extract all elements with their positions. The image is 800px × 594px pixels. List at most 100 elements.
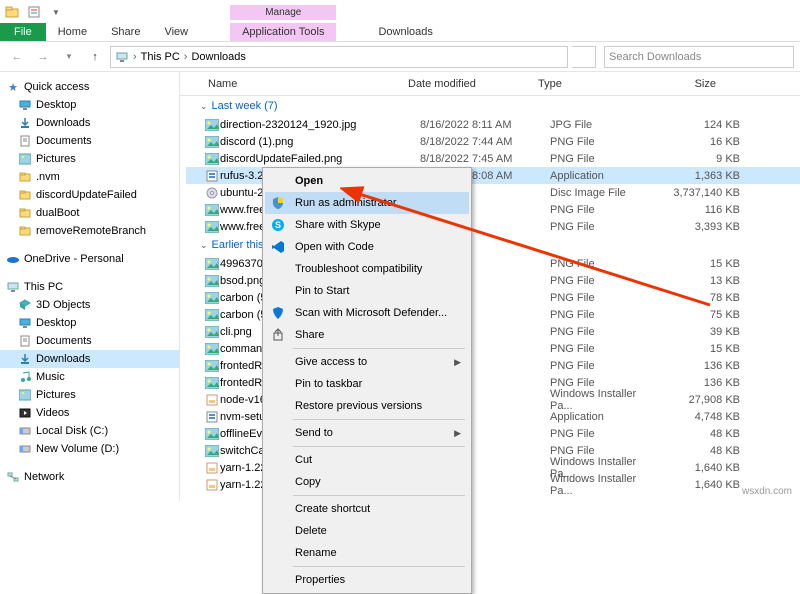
sidebar-item[interactable]: Downloads — [0, 114, 179, 132]
sidebar-item[interactable]: 3D Objects — [0, 296, 179, 314]
navigation-pane: ★ Quick access DesktopDownloadsDocuments… — [0, 72, 180, 501]
menu-item[interactable]: Give access to▶ — [265, 351, 469, 373]
tab-view[interactable]: View — [152, 23, 200, 41]
folder-icon — [18, 188, 32, 202]
separator — [293, 348, 465, 349]
sidebar-item[interactable]: Pictures — [0, 386, 179, 404]
file-icon — [204, 478, 220, 492]
menu-item[interactable]: Pin to taskbar — [265, 373, 469, 395]
sidebar-item[interactable]: removeRemoteBranch — [0, 222, 179, 240]
file-row[interactable]: discord (1).png8/18/2022 7:44 AMPNG File… — [186, 133, 800, 150]
folder-icon — [18, 170, 32, 184]
recent-dropdown[interactable]: ▼ — [58, 46, 80, 68]
sidebar-network[interactable]: Network — [0, 468, 179, 486]
search-input[interactable]: Search Downloads — [604, 46, 794, 68]
sidebar-quick-access[interactable]: ★ Quick access — [0, 78, 179, 96]
file-icon — [204, 444, 220, 458]
menu-item[interactable]: Cut — [265, 449, 469, 471]
forward-button[interactable]: → — [32, 46, 54, 68]
folder-icon — [18, 388, 32, 402]
sidebar-item[interactable]: discordUpdateFailed — [0, 186, 179, 204]
folder-icon — [18, 116, 32, 130]
folder-icon — [18, 152, 32, 166]
sidebar-item[interactable]: Downloads — [0, 350, 179, 368]
breadcrumb[interactable]: › This PC › Downloads — [110, 46, 568, 68]
refresh-button[interactable] — [572, 46, 596, 68]
breadcrumb-folder[interactable]: Downloads — [191, 51, 245, 63]
file-icon — [204, 342, 220, 356]
file-icon — [204, 203, 220, 217]
file-icon — [204, 186, 220, 200]
sidebar-item[interactable]: dualBoot — [0, 204, 179, 222]
file-icon — [204, 274, 220, 288]
col-date[interactable]: Date modified — [402, 78, 532, 90]
file-icon — [204, 152, 220, 166]
file-icon — [204, 376, 220, 390]
separator — [293, 566, 465, 567]
blank-icon — [269, 398, 287, 414]
window-title: Downloads — [366, 23, 444, 41]
menu-item[interactable]: Copy — [265, 471, 469, 493]
sidebar-item[interactable]: Documents — [0, 132, 179, 150]
col-type[interactable]: Type — [532, 78, 642, 90]
chevron-down-icon: ⌄ — [200, 240, 208, 251]
file-icon — [204, 169, 220, 183]
sidebar-item[interactable]: Documents — [0, 332, 179, 350]
sidebar-item[interactable]: New Volume (D:) — [0, 440, 179, 458]
sidebar-onedrive[interactable]: OneDrive - Personal — [0, 250, 179, 268]
menu-item[interactable]: Restore previous versions — [265, 395, 469, 417]
folder-icon — [18, 352, 32, 366]
sidebar-this-pc[interactable]: This PC — [0, 278, 179, 296]
file-row[interactable]: discordUpdateFailed.png8/18/2022 7:45 AM… — [186, 150, 800, 167]
file-icon — [204, 461, 220, 475]
tab-share[interactable]: Share — [99, 23, 152, 41]
sidebar-item[interactable]: Local Disk (C:) — [0, 422, 179, 440]
sidebar-item[interactable]: Videos — [0, 404, 179, 422]
menu-item[interactable]: Rename — [265, 542, 469, 564]
menu-item[interactable]: Open with Code — [265, 236, 469, 258]
tab-home[interactable]: Home — [46, 23, 99, 41]
menu-item[interactable]: Send to▶ — [265, 422, 469, 444]
menu-item[interactable]: Delete — [265, 520, 469, 542]
menu-item[interactable]: Open — [265, 170, 469, 192]
sidebar-item[interactable]: .nvm — [0, 168, 179, 186]
col-size[interactable]: Size — [642, 78, 722, 90]
group-header[interactable]: ⌄Last week (7) — [186, 96, 800, 116]
menu-item[interactable]: SShare with Skype — [265, 214, 469, 236]
context-menu: OpenRun as administratorSShare with Skyp… — [262, 167, 472, 594]
tab-app-tools[interactable]: Manage Application Tools — [230, 23, 336, 41]
blank-icon — [269, 474, 287, 490]
sidebar-item[interactable]: Music — [0, 368, 179, 386]
folder-icon — [18, 134, 32, 148]
menu-item[interactable]: Run as administrator — [265, 192, 469, 214]
folder-icon — [18, 98, 32, 112]
chevron-down-icon[interactable]: ▼ — [48, 4, 64, 20]
properties-icon[interactable] — [26, 4, 42, 20]
sidebar-item[interactable]: Pictures — [0, 150, 179, 168]
pc-icon — [6, 280, 20, 294]
separator — [293, 446, 465, 447]
col-name[interactable]: Name — [202, 78, 402, 90]
menu-item[interactable]: Properties — [265, 569, 469, 591]
blank-icon — [269, 545, 287, 561]
blank-icon — [269, 523, 287, 539]
menu-item[interactable]: Create shortcut — [265, 498, 469, 520]
sidebar-item[interactable]: Desktop — [0, 96, 179, 114]
up-button[interactable]: ↑ — [84, 46, 106, 68]
folder-icon — [18, 334, 32, 348]
file-row[interactable]: direction-2320124_1920.jpg8/16/2022 8:11… — [186, 116, 800, 133]
sidebar-item[interactable]: Desktop — [0, 314, 179, 332]
menu-item[interactable]: Troubleshoot compatibility — [265, 258, 469, 280]
tab-file[interactable]: File — [0, 23, 46, 41]
blank-icon — [269, 283, 287, 299]
share-icon — [269, 327, 287, 343]
nav-bar: ← → ▼ ↑ › This PC › Downloads Search Dow… — [0, 42, 800, 72]
menu-item[interactable]: Share — [265, 324, 469, 346]
back-button[interactable]: ← — [6, 46, 28, 68]
blank-icon — [269, 354, 287, 370]
folder-icon — [18, 224, 32, 238]
breadcrumb-pc[interactable]: This PC — [141, 51, 180, 63]
menu-item[interactable]: Pin to Start — [265, 280, 469, 302]
chevron-right-icon: ▶ — [454, 428, 461, 439]
menu-item[interactable]: Scan with Microsoft Defender... — [265, 302, 469, 324]
